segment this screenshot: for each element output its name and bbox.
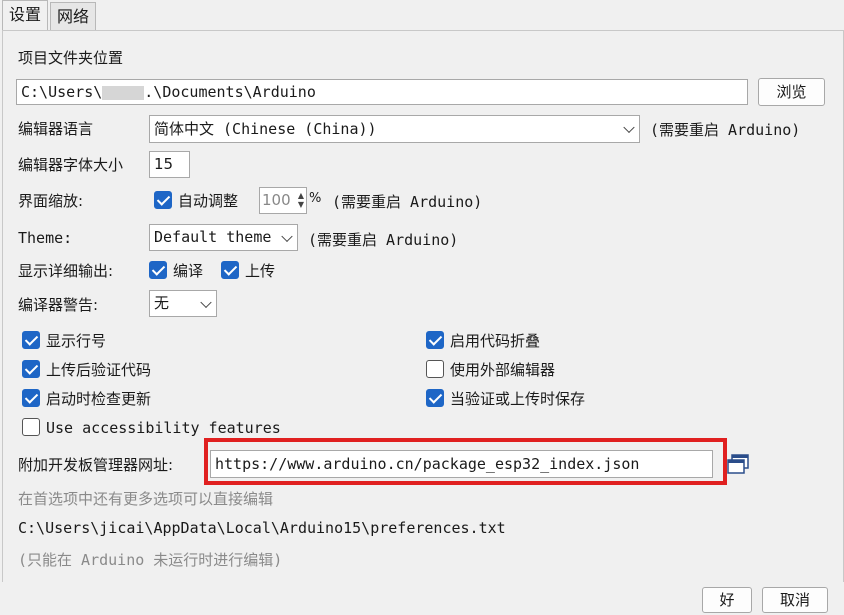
theme-label: Theme: — [18, 229, 73, 247]
verbose-upload-checkbox[interactable] — [221, 261, 239, 279]
scale-label: 界面缩放: — [18, 192, 84, 210]
open-url-list-icon[interactable] — [726, 453, 750, 475]
sketchbook-label: 项目文件夹位置 — [18, 49, 124, 67]
board-urls-label: 附加开发板管理器网址: — [18, 456, 174, 474]
verify-after-upload-label: 上传后验证代码 — [46, 361, 152, 379]
scale-spinner[interactable]: 100 ▲ ▼ — [259, 187, 307, 214]
spinner-arrows-icon[interactable]: ▲ ▼ — [298, 191, 304, 209]
edit-only-when-closed-note: (只能在 Arduino 未运行时进行编辑) — [18, 551, 283, 569]
show-line-numbers-label: 显示行号 — [46, 332, 107, 350]
verify-after-upload-checkbox[interactable] — [22, 360, 40, 378]
browse-button[interactable]: 浏览 — [758, 78, 825, 106]
verbose-compile-label: 编译 — [173, 262, 204, 280]
language-select[interactable]: 简体中文 (Chinese (China)) — [149, 115, 640, 143]
chevron-down-icon — [281, 230, 293, 242]
tab-bar: 设置 网络 — [0, 0, 844, 31]
auto-scale-label: 自动调整 — [178, 192, 239, 210]
cancel-button[interactable]: 取消 — [762, 587, 828, 613]
verbose-label: 显示详细输出: — [18, 262, 114, 280]
code-folding-checkbox[interactable] — [426, 331, 444, 349]
code-folding-label: 启用代码折叠 — [450, 332, 541, 350]
verbose-compile-checkbox[interactable] — [149, 261, 167, 279]
chevron-down-icon — [623, 121, 635, 134]
more-preferences-text: 在首选项中还有更多选项可以直接编辑 — [18, 490, 274, 508]
save-on-verify-checkbox[interactable] — [426, 389, 444, 407]
scale-unit: % — [309, 191, 322, 206]
tab-network[interactable]: 网络 — [50, 2, 97, 31]
external-editor-checkbox[interactable] — [426, 360, 444, 378]
warnings-label: 编译器警告: — [18, 296, 99, 314]
warnings-select[interactable]: 无 — [149, 290, 217, 317]
external-editor-label: 使用外部编辑器 — [450, 361, 556, 379]
chevron-down-icon — [200, 296, 212, 308]
check-updates-checkbox[interactable] — [22, 389, 40, 407]
theme-restart-note: (需要重启 Arduino) — [308, 231, 459, 249]
accessibility-checkbox[interactable] — [22, 418, 40, 436]
scale-restart-note: (需要重启 Arduino) — [332, 193, 483, 211]
ok-button[interactable]: 好 — [702, 587, 752, 613]
language-label: 编辑器语言 — [18, 120, 94, 138]
language-restart-note: (需要重启 Arduino) — [650, 121, 801, 139]
auto-scale-checkbox[interactable] — [154, 191, 172, 209]
preferences-path: C:\Users\jicai\AppData\Local\Arduino15\p… — [18, 519, 506, 537]
accessibility-label: Use accessibility features — [46, 419, 281, 437]
tab-settings[interactable]: 设置 — [2, 0, 49, 31]
show-line-numbers-checkbox[interactable] — [22, 331, 40, 349]
save-on-verify-label: 当验证或上传时保存 — [450, 390, 586, 408]
font-size-input[interactable]: 15 — [149, 151, 190, 178]
verbose-upload-label: 上传 — [245, 262, 276, 280]
redacted-username — [102, 85, 145, 100]
check-updates-label: 启动时检查更新 — [46, 390, 152, 408]
highlight-box — [204, 438, 727, 485]
sketchbook-path-input[interactable]: C:\Users\ .\Documents\Arduino — [16, 79, 748, 105]
theme-select[interactable]: Default theme — [149, 224, 298, 251]
font-size-label: 编辑器字体大小 — [18, 156, 124, 174]
